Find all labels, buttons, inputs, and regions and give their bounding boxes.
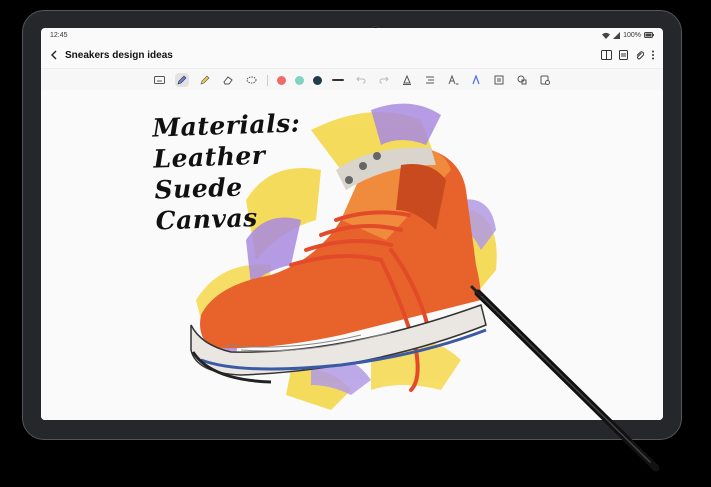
fountain-pen-icon xyxy=(403,75,411,85)
battery-level: 100% xyxy=(623,31,641,39)
shapes-icon xyxy=(517,75,527,85)
undo-icon xyxy=(356,76,366,84)
book-icon xyxy=(601,50,612,60)
eraser-icon xyxy=(223,76,233,85)
shape-pen-tool[interactable] xyxy=(469,73,483,87)
text-style-icon xyxy=(448,75,458,85)
handwriting-line-2: Leather xyxy=(152,140,266,174)
attach-button[interactable] xyxy=(635,50,644,60)
toolbar-divider xyxy=(267,74,268,86)
paperclip-icon xyxy=(636,51,644,60)
signal-icon xyxy=(613,31,621,39)
chevron-left-icon xyxy=(51,50,57,60)
status-bar: 12:45 100% xyxy=(41,28,663,42)
redo-icon xyxy=(379,76,389,84)
text-style-tool[interactable] xyxy=(446,73,460,87)
stroke-width-tool[interactable] xyxy=(331,73,345,87)
stroke-width-icon xyxy=(332,79,344,81)
back-button[interactable] xyxy=(49,50,59,60)
more-tools-button[interactable] xyxy=(538,73,552,87)
eraser-tool[interactable] xyxy=(221,73,235,87)
note-title: Sneakers design ideas xyxy=(65,49,173,61)
highlighter-tool[interactable] xyxy=(198,73,212,87)
handwritten-notes: Materials: Leather Suede Canvas xyxy=(152,107,304,236)
note-canvas[interactable]: Materials: Leather Suede Canvas xyxy=(41,90,663,420)
page-view-button[interactable] xyxy=(619,50,628,60)
add-tool-icon xyxy=(540,75,550,85)
lasso-tool[interactable] xyxy=(244,73,258,87)
handwriting-line-3: Suede xyxy=(154,172,244,205)
header-actions xyxy=(601,50,655,60)
page-icon xyxy=(619,50,628,60)
drawing-toolbar xyxy=(41,69,663,92)
pen-tool[interactable] xyxy=(175,73,189,87)
text-align-icon xyxy=(426,76,434,84)
handwriting-line-4: Canvas xyxy=(155,203,259,236)
shape-pen-icon xyxy=(472,75,480,85)
shapes-tool[interactable] xyxy=(515,73,529,87)
keyboard-icon xyxy=(153,76,165,84)
more-options-button[interactable] xyxy=(651,50,655,60)
lasso-icon xyxy=(246,76,256,83)
insert-tool[interactable] xyxy=(492,73,506,87)
color-swatch-navy[interactable] xyxy=(313,75,322,85)
color-swatch-red[interactable] xyxy=(277,75,286,85)
pen-icon xyxy=(177,75,187,85)
note-header: Sneakers design ideas xyxy=(41,42,663,69)
insert-icon xyxy=(494,75,504,85)
wifi-icon xyxy=(602,32,611,39)
fountain-pen-tool[interactable] xyxy=(400,73,414,87)
redo-button[interactable] xyxy=(377,73,391,87)
undo-button[interactable] xyxy=(354,73,368,87)
sneaker-illustration xyxy=(190,103,497,410)
book-view-button[interactable] xyxy=(601,50,612,60)
status-time: 12:45 xyxy=(50,31,68,39)
status-indicators: 100% xyxy=(602,31,654,39)
text-align-tool[interactable] xyxy=(423,73,437,87)
more-icon xyxy=(652,50,654,60)
tablet-screen: 12:45 100% Sneakers design ideas Materia… xyxy=(41,28,663,420)
highlighter-icon xyxy=(200,75,210,85)
handwriting-line-1: Materials: xyxy=(151,108,301,143)
color-swatch-teal[interactable] xyxy=(295,75,304,85)
keyboard-tool[interactable] xyxy=(152,73,166,87)
battery-icon xyxy=(644,32,654,38)
